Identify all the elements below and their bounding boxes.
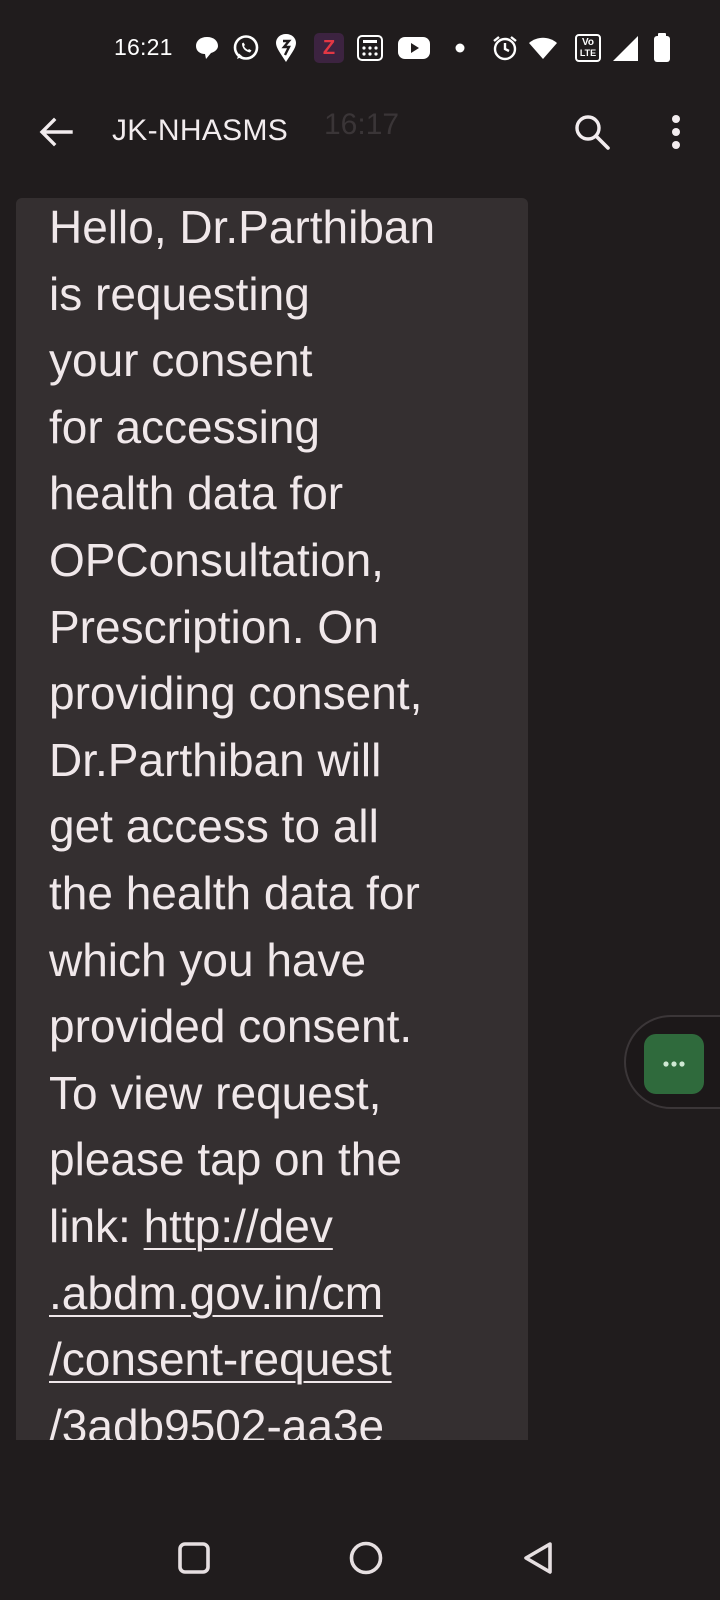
volte-bottom-label: LTE bbox=[579, 48, 597, 58]
search-icon bbox=[575, 115, 610, 150]
message-bubble[interactable]: Hello, Dr.Parthiban is requesting your c… bbox=[16, 198, 528, 1440]
message-line: Dr.Parthiban will bbox=[49, 733, 382, 786]
nav-back-button[interactable] bbox=[510, 1530, 566, 1586]
floating-action-container bbox=[624, 1015, 720, 1109]
notification-dot-icon bbox=[454, 33, 466, 63]
signal-icon bbox=[610, 33, 640, 63]
recents-button[interactable] bbox=[166, 1530, 222, 1586]
link-prefix: link: bbox=[49, 1199, 144, 1252]
battery-icon bbox=[651, 33, 673, 63]
more-actions-button[interactable] bbox=[644, 1034, 704, 1094]
consent-link[interactable]: /3adb9502-aa3e bbox=[49, 1393, 519, 1440]
back-triangle-icon bbox=[524, 1542, 552, 1574]
message-line: which you have bbox=[49, 933, 367, 986]
message-line: Prescription. On bbox=[49, 600, 379, 653]
chat-bubble-icon bbox=[193, 33, 221, 63]
message-line: is requesting bbox=[49, 267, 310, 320]
ghost-timestamp: 16:17 bbox=[324, 108, 400, 141]
message-line: please tap on the bbox=[49, 1133, 402, 1186]
home-button[interactable] bbox=[338, 1530, 394, 1586]
more-options-button[interactable] bbox=[652, 108, 700, 156]
message-text: Hello, Dr.Parthiban is requesting your c… bbox=[49, 198, 519, 1440]
consent-link[interactable]: http://dev bbox=[144, 1200, 333, 1252]
messages-screen: 16:21 Z Vo LTE JK-NHASMS 16:17 Hello, Dr… bbox=[0, 0, 720, 1600]
message-line: your consent bbox=[49, 334, 313, 387]
message-line: link: http://dev bbox=[49, 1193, 519, 1260]
back-arrow-icon bbox=[39, 117, 73, 147]
message-line: Hello, Dr.Parthiban bbox=[49, 201, 436, 253]
message-line: providing consent, bbox=[49, 667, 423, 720]
app-bar: JK-NHASMS 16:17 bbox=[0, 96, 720, 176]
conversation-title: JK-NHASMS bbox=[112, 114, 289, 147]
system-navigation-bar bbox=[0, 1520, 720, 1600]
message-line: To view request, bbox=[49, 1066, 382, 1119]
back-button[interactable] bbox=[32, 108, 80, 156]
wifi-icon bbox=[527, 33, 559, 63]
zomato-icon: Z bbox=[313, 33, 345, 63]
status-bar: 16:21 Z Vo LTE bbox=[0, 0, 720, 96]
volte-top-label: Vo bbox=[581, 37, 595, 48]
swiggy-icon bbox=[273, 33, 299, 63]
recents-square-icon bbox=[178, 1542, 210, 1574]
volte-icon: Vo LTE bbox=[574, 33, 602, 63]
message-line: the health data for bbox=[49, 866, 420, 919]
message-line: for accessing bbox=[49, 400, 321, 453]
search-button[interactable] bbox=[568, 108, 616, 156]
message-line: get access to all bbox=[49, 800, 379, 853]
consent-link[interactable]: /consent-request bbox=[49, 1326, 519, 1393]
youtube-icon bbox=[397, 33, 431, 63]
status-time: 16:21 bbox=[114, 34, 173, 60]
zomato-letter: Z bbox=[322, 36, 336, 59]
calculator-icon bbox=[355, 33, 385, 63]
message-line: health data for bbox=[49, 467, 344, 520]
home-circle-icon bbox=[349, 1541, 383, 1575]
message-line: provided consent. bbox=[49, 1000, 413, 1053]
message-line: OPConsultation, bbox=[49, 533, 384, 586]
more-horiz-icon bbox=[663, 1061, 685, 1067]
consent-link[interactable]: .abdm.gov.in/cm bbox=[49, 1260, 519, 1327]
more-vert-icon bbox=[672, 115, 680, 149]
alarm-icon bbox=[490, 33, 520, 63]
whatsapp-icon bbox=[231, 33, 261, 63]
